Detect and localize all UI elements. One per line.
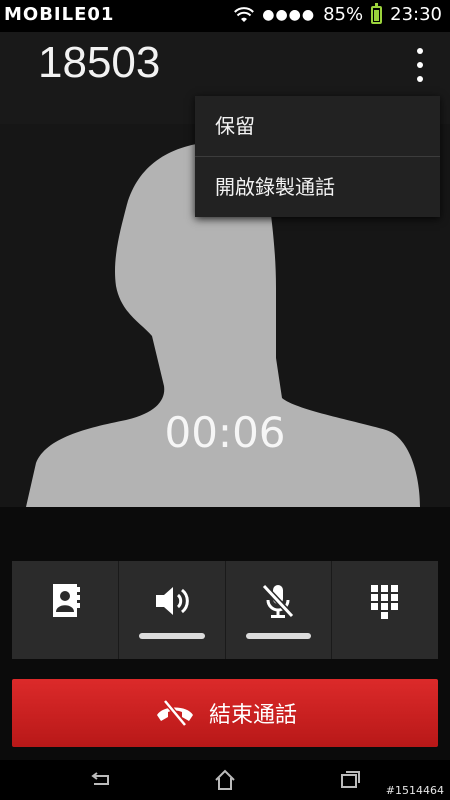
menu-item-start-recording[interactable]: 開啟錄製通話: [195, 157, 440, 217]
watermark: #1514464: [385, 784, 444, 797]
contacts-button[interactable]: [12, 561, 119, 659]
call-timer: 00:06: [164, 408, 286, 457]
battery-percent: 85%: [323, 4, 364, 25]
clock: 23:30: [390, 4, 442, 25]
navigation-bar: [0, 760, 450, 800]
dialpad-button[interactable]: [332, 561, 438, 659]
overflow-menu-button[interactable]: [408, 48, 432, 82]
mute-button[interactable]: [226, 561, 333, 659]
signal-icon: ●●●●: [262, 6, 316, 23]
end-call-button[interactable]: 結束通話: [12, 679, 438, 747]
status-bar: MOBILE01 ●●●● 85% 23:30: [0, 0, 450, 32]
dialpad-icon: [371, 585, 399, 619]
mic-off-icon: [262, 583, 295, 619]
end-call-label: 結束通話: [208, 703, 297, 728]
overflow-dot-icon: [417, 76, 423, 82]
home-icon[interactable]: [213, 768, 237, 792]
caller-number: 18503: [38, 38, 161, 87]
battery-icon: [371, 2, 383, 24]
recent-apps-icon[interactable]: [338, 768, 362, 792]
back-icon[interactable]: [88, 768, 112, 792]
overflow-dot-icon: [417, 48, 423, 54]
overflow-menu: 保留 開啟錄製通話: [195, 96, 440, 217]
overflow-dot-icon: [417, 62, 423, 68]
end-call-icon: [156, 699, 193, 727]
status-indicators: ●●●● 85% 23:30: [234, 2, 442, 25]
contacts-icon: [52, 584, 80, 617]
speaker-button[interactable]: [119, 561, 226, 659]
speaker-icon: [155, 587, 189, 615]
call-controls: [12, 561, 438, 659]
mute-indicator-bar: [245, 633, 312, 639]
wifi-icon: [234, 6, 255, 22]
menu-item-hold[interactable]: 保留: [195, 96, 440, 156]
brand-logo: MOBILE01: [4, 4, 115, 25]
speaker-indicator-bar: [138, 633, 205, 639]
